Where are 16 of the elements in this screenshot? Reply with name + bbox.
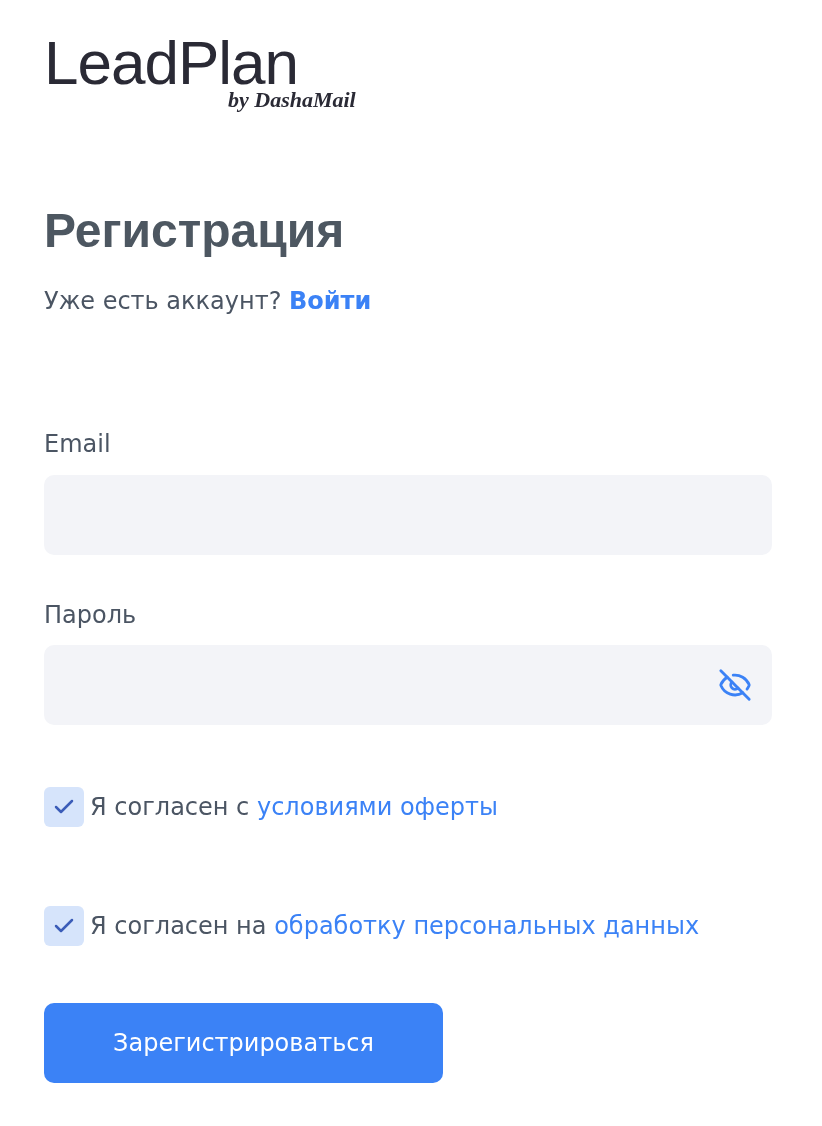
agreement-text: Я согласен с условиями оферты [90, 792, 499, 823]
password-field[interactable] [44, 645, 772, 725]
checkbox[interactable] [44, 906, 84, 946]
page-title: Регистрация [44, 203, 346, 259]
logo-wordmark: LeadPlan [44, 37, 299, 89]
field-label: Email [44, 429, 112, 460]
logo-tagline: by DashaMail [228, 89, 356, 111]
agreement-link[interactable]: обработку персональных данных [274, 912, 700, 940]
agreement-text: Я согласен на обработку персональных данных [90, 911, 700, 942]
agreement-link[interactable]: условиями оферты [256, 793, 499, 821]
login-link[interactable]: Войти [289, 287, 372, 315]
checkbox[interactable] [44, 787, 84, 827]
eye-slash-icon[interactable] [718, 668, 752, 702]
register-button[interactable]: Зарегистрироваться [44, 1003, 443, 1083]
field-label: Пароль [44, 600, 138, 631]
login-prompt: Уже есть аккаунт? Войти [44, 286, 373, 317]
